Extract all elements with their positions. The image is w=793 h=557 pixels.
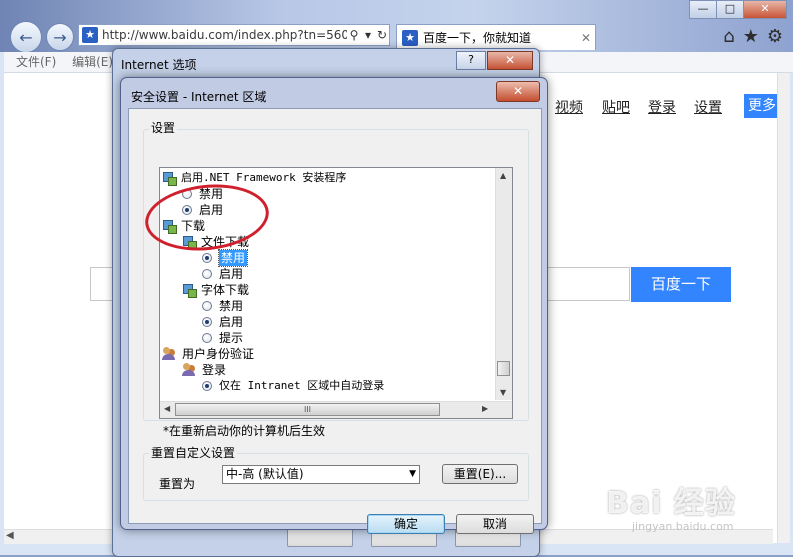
watermark-logo: Bai 经验 — [606, 486, 736, 521]
users-icon — [162, 347, 177, 361]
reset-level-value: 中-高 (默认值) — [226, 467, 304, 481]
dialog-body: 设置 启用 .NET Framework 安装程序 禁用 启用 下载 文件下载 — [128, 108, 542, 534]
reset-button[interactable]: 重置(E)... — [442, 464, 518, 484]
forward-button[interactable]: → — [46, 23, 74, 51]
radio-option-file-download-disable[interactable]: 禁用 — [202, 249, 249, 267]
radio-option-file-download-enable[interactable]: 启用 — [202, 266, 243, 282]
tree-item-label: 用户身份验证 — [182, 347, 255, 361]
security-settings-dialog: 安全设置 - Internet 区域 ✕ 设置 启用 .NET Framewor… — [120, 77, 548, 534]
menu-edit[interactable]: 编辑(E) — [72, 52, 113, 72]
radio-option-font-disable[interactable]: 禁用 — [202, 298, 243, 314]
tab-title: 百度一下，你就知道 — [423, 31, 532, 45]
tree-item-label: .NET Framework 安装程序 — [203, 171, 347, 184]
reset-to-label: 重置为 — [159, 477, 196, 491]
menu-file[interactable]: 文件(F) — [16, 52, 56, 72]
chevron-down-icon: ▼ — [409, 469, 416, 479]
tree-horizontal-scrollbar[interactable]: ◀ III ▶ — [160, 401, 512, 418]
tab-favicon-icon: ★ — [402, 29, 418, 46]
reset-group-label: 重置自定义设置 — [149, 444, 238, 461]
setting-icon — [182, 283, 197, 298]
tree-item-dotnet[interactable]: 启用 .NET Framework 安装程序 — [162, 170, 346, 186]
nav-link-settings[interactable]: 设置 — [694, 97, 722, 117]
scroll-up-icon[interactable]: ▲ — [500, 171, 506, 180]
nav-link-video[interactable]: 视频 — [555, 97, 583, 117]
scrollbar-thumb[interactable] — [497, 361, 510, 376]
dropdown-icon[interactable]: ▾ — [361, 28, 375, 42]
help-button[interactable]: ? — [456, 51, 486, 70]
radio-button-selected[interactable] — [202, 381, 212, 391]
refresh-icon[interactable]: ↻ — [375, 28, 389, 42]
radio-button-selected[interactable] — [202, 253, 212, 263]
baidu-favicon-icon: ★ — [82, 27, 98, 43]
radio-button[interactable] — [202, 333, 212, 343]
radio-option-intranet-logon[interactable]: 仅在 Intranet 区域中自动登录 — [202, 378, 384, 394]
address-bar[interactable]: ★ http://www.baidu.com/index.php?tn=560 … — [78, 24, 390, 46]
scrollbar-thumb[interactable]: III — [175, 403, 440, 416]
tab-close-icon[interactable]: ✕ — [577, 31, 595, 45]
minimize-button[interactable]: — — [689, 0, 717, 19]
tree-item-user-auth[interactable]: 用户身份验证 — [162, 346, 254, 362]
dialog-title: 安全设置 - Internet 区域 — [131, 90, 267, 104]
reset-level-select[interactable]: 中-高 (默认值) ▼ — [222, 465, 420, 484]
maximize-button[interactable]: □ — [716, 0, 744, 19]
nav-link-login[interactable]: 登录 — [648, 97, 676, 117]
tree-item-font-download[interactable]: 字体下载 — [182, 282, 249, 298]
home-icon[interactable]: ⌂ — [723, 26, 734, 47]
address-url[interactable]: http://www.baidu.com/index.php?tn=560 — [102, 28, 347, 42]
close-window-button[interactable]: ✕ — [743, 0, 787, 19]
search-button[interactable]: 百度一下 — [631, 267, 731, 302]
setting-icon — [162, 171, 177, 186]
browser-tab[interactable]: ★ 百度一下，你就知道 ✕ — [396, 24, 596, 50]
scroll-down-icon[interactable]: ▼ — [500, 388, 506, 397]
internet-options-title: Internet 选项 — [121, 58, 197, 72]
radio-button[interactable] — [202, 269, 212, 279]
scroll-right-icon[interactable]: ▶ — [482, 404, 488, 413]
radio-label: 启用 — [219, 267, 244, 281]
watermark-url: jingyan.baidu.com — [632, 520, 734, 533]
radio-option-font-enable[interactable]: 启用 — [202, 314, 243, 330]
radio-label: 提示 — [219, 331, 244, 345]
back-button[interactable]: ← — [10, 21, 42, 53]
back-arrow-icon: ← — [19, 27, 33, 47]
more-button[interactable]: 更多 — [744, 94, 780, 118]
toolbar-icons: ⌂ ★ ⚙ — [723, 26, 783, 47]
radio-label: 启用 — [219, 315, 244, 329]
radio-button-selected[interactable] — [202, 317, 212, 327]
page-vertical-scrollbar[interactable] — [777, 73, 790, 543]
ok-button[interactable]: 确定 — [367, 514, 445, 534]
radio-button[interactable] — [202, 301, 212, 311]
dialog-close-button[interactable]: ✕ — [496, 81, 540, 102]
internet-options-close-button[interactable]: ✕ — [487, 51, 533, 70]
settings-group-label: 设置 — [149, 119, 178, 136]
tree-item-label: 登录 — [202, 363, 227, 377]
tree-item-label: 字体下载 — [201, 283, 250, 297]
star-icon[interactable]: ★ — [743, 26, 759, 47]
radio-option-font-prompt[interactable]: 提示 — [202, 330, 243, 346]
radio-label: 仅在 Intranet 区域中自动登录 — [219, 379, 385, 392]
scroll-left-icon[interactable]: ◀ — [6, 530, 14, 541]
window-controls: — □ ✕ — [689, 0, 787, 19]
gear-icon[interactable]: ⚙ — [767, 26, 783, 47]
scroll-left-icon[interactable]: ◀ — [164, 404, 170, 413]
nav-link-tieba[interactable]: 贴吧 — [602, 97, 630, 117]
search-icon[interactable]: ⚲ — [347, 28, 361, 42]
tree-vertical-scrollbar[interactable]: ▲ ▼ — [495, 168, 512, 400]
restart-note: *在重新启动你的计算机后生效 — [163, 424, 326, 438]
users-icon — [182, 363, 197, 377]
forward-arrow-icon: → — [53, 27, 67, 47]
radio-label: 禁用 — [219, 299, 244, 313]
tree-item-prefix: 启用 — [181, 171, 203, 184]
cancel-button[interactable]: 取消 — [456, 514, 534, 534]
tree-item-logon[interactable]: 登录 — [182, 362, 226, 378]
radio-label-selected: 禁用 — [217, 249, 249, 267]
